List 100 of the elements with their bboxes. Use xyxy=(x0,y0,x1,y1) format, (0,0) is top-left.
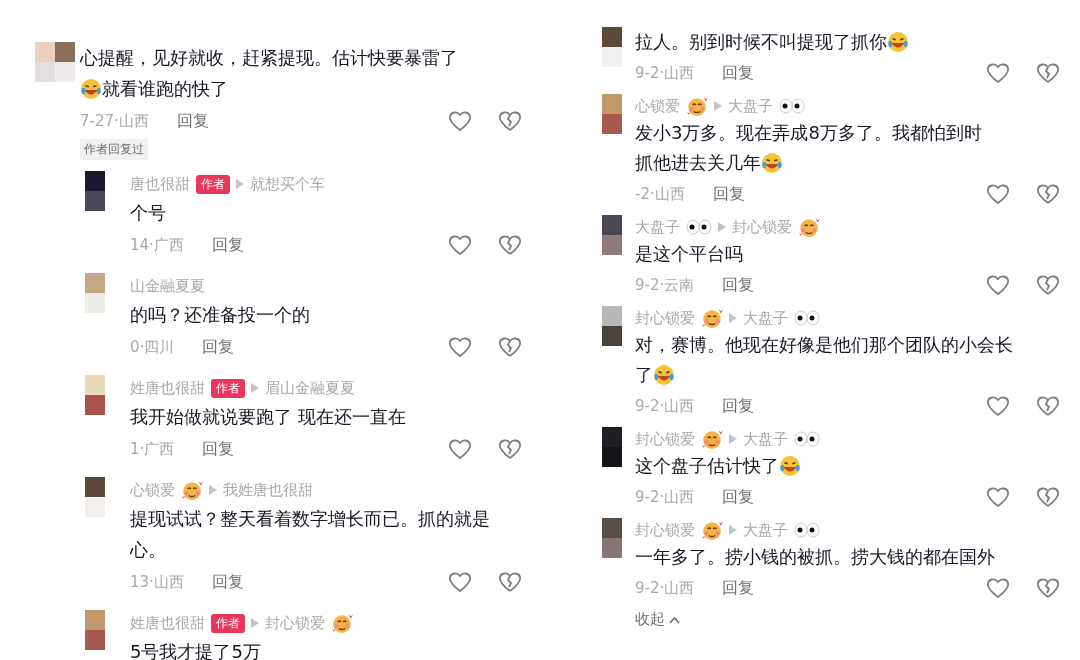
comment-date: 1·广西 xyxy=(130,439,175,459)
comment-text: 提现试试？整天看着数字增长而已。抓的就是 xyxy=(130,506,490,531)
reply-link[interactable]: 回复 xyxy=(722,62,755,84)
reply-link[interactable]: 回复 xyxy=(722,395,755,417)
heart-icon[interactable] xyxy=(986,577,1010,599)
broken-heart-icon[interactable] xyxy=(1036,395,1060,417)
avatar-icon[interactable] xyxy=(85,477,105,517)
user-name: 大盘子 xyxy=(635,217,680,237)
reply-link[interactable]: 回复 xyxy=(176,110,209,132)
broken-heart-icon[interactable] xyxy=(498,234,522,256)
comment-text: 5号我才提了5万 xyxy=(130,639,261,660)
broken-heart-icon[interactable] xyxy=(498,336,522,358)
eyes-icon xyxy=(686,218,712,236)
smiling-face-icon xyxy=(701,307,723,329)
user-name: 姓唐也很甜 xyxy=(130,613,205,633)
broken-heart-icon[interactable] xyxy=(498,438,522,460)
broken-heart-icon[interactable] xyxy=(1036,486,1060,508)
avatar-icon[interactable] xyxy=(35,42,75,82)
smiling-face-icon xyxy=(701,428,723,450)
user-name: 封心锁爱 xyxy=(265,613,325,633)
broken-heart-icon[interactable] xyxy=(1036,274,1060,296)
avatar-icon[interactable] xyxy=(602,27,622,67)
reply-arrow-icon xyxy=(729,313,737,323)
laughing-face-icon xyxy=(779,455,801,477)
collapse-button[interactable]: 收起 xyxy=(635,610,680,629)
comment-text: 发小3万多。现在弄成8万多了。我都怕到时 xyxy=(635,121,982,145)
broken-heart-icon[interactable] xyxy=(498,110,522,132)
reply-link[interactable]: 回复 xyxy=(202,336,235,358)
user-name: 我姓唐也很甜 xyxy=(223,480,313,500)
author-replied-badge: 作者回复过 xyxy=(80,139,148,160)
reply-link[interactable]: 回复 xyxy=(202,438,235,460)
reply-link[interactable]: 回复 xyxy=(211,571,244,593)
heart-icon[interactable] xyxy=(448,110,472,132)
comment-date: 13·山西 xyxy=(130,572,184,592)
heart-icon[interactable] xyxy=(986,486,1010,508)
comment-text: 对，赛博。他现在好像是他们那个团队的小会长 xyxy=(635,333,1013,357)
reply-arrow-icon xyxy=(251,383,259,393)
reply-arrow-icon xyxy=(236,179,244,189)
eyes-icon xyxy=(794,309,820,327)
eyes-icon xyxy=(794,521,820,539)
smiling-face-icon xyxy=(331,612,353,634)
reply-arrow-icon xyxy=(729,434,737,444)
heart-icon[interactable] xyxy=(986,183,1010,205)
broken-heart-icon[interactable] xyxy=(1036,183,1060,205)
user-name: 心锁爱 xyxy=(635,96,680,116)
reply-link[interactable]: 回复 xyxy=(722,486,755,508)
heart-icon[interactable] xyxy=(448,571,472,593)
heart-icon[interactable] xyxy=(448,234,472,256)
smiling-face-icon xyxy=(686,95,708,117)
reply-arrow-icon xyxy=(209,485,217,495)
heart-icon[interactable] xyxy=(986,395,1010,417)
broken-heart-icon[interactable] xyxy=(498,571,522,593)
comment-date: 0·四川 xyxy=(130,337,175,357)
reply-arrow-icon xyxy=(251,618,259,628)
comment-text: 是这个平台吗 xyxy=(635,242,743,266)
user-name: 封心锁爱 xyxy=(635,308,695,328)
comment-date: 9-2·山西 xyxy=(635,578,695,598)
user-name: 封心锁爱 xyxy=(635,520,695,540)
reply-link[interactable]: 回复 xyxy=(722,577,755,599)
user-name: 姓唐也很甜 xyxy=(130,378,205,398)
heart-icon[interactable] xyxy=(986,274,1010,296)
laughing-face-icon xyxy=(761,152,783,174)
comment-date: -2·山西 xyxy=(635,184,685,204)
smiling-face-icon xyxy=(701,519,723,541)
eyes-icon xyxy=(794,430,820,448)
reply-link[interactable]: 回复 xyxy=(712,183,745,205)
heart-icon[interactable] xyxy=(448,438,472,460)
comment-text: 就看谁跑的快了 xyxy=(102,76,228,101)
reply-arrow-icon xyxy=(718,222,726,232)
eyes-icon xyxy=(779,97,805,115)
heart-icon[interactable] xyxy=(986,62,1010,84)
heart-icon[interactable] xyxy=(448,336,472,358)
author-tag: 作者 xyxy=(211,613,245,633)
broken-heart-icon[interactable] xyxy=(1036,62,1060,84)
laughing-face-icon xyxy=(887,31,909,53)
author-tag: 作者 xyxy=(211,378,245,398)
broken-heart-icon[interactable] xyxy=(1036,577,1060,599)
user-name: 眉山金融夏夏 xyxy=(265,378,355,398)
comment-date: 9-2·山西 xyxy=(635,396,695,416)
user-name: 大盘子 xyxy=(743,308,788,328)
user-name: 大盘子 xyxy=(743,429,788,449)
laughing-face-icon xyxy=(80,77,102,100)
smiling-face-icon xyxy=(798,216,820,238)
user-name: 大盘子 xyxy=(743,520,788,540)
reply-arrow-icon xyxy=(729,525,737,535)
reply-link[interactable]: 回复 xyxy=(211,234,244,256)
user-name: 封心锁爱 xyxy=(732,217,792,237)
user-name: 唐也很甜 xyxy=(130,174,190,194)
comment-text: 心提醒，见好就收，赶紧提现。估计快要暴雷了 xyxy=(80,45,458,70)
avatar-icon[interactable] xyxy=(85,375,105,415)
comment-date: 7-27·山西 xyxy=(80,111,149,131)
avatar-icon[interactable] xyxy=(602,306,622,346)
smiling-face-icon xyxy=(181,479,203,501)
comment-text: 了 xyxy=(635,363,653,387)
user-name: 大盘子 xyxy=(728,96,773,116)
reply-link[interactable]: 回复 xyxy=(722,274,755,296)
comment-text: 心。 xyxy=(130,537,166,562)
comment-date: 9-2·云南 xyxy=(635,275,695,295)
comment-date: 9-2·山西 xyxy=(635,487,695,507)
comment-text: 一年多了。捞小钱的被抓。捞大钱的都在国外 xyxy=(635,545,995,569)
